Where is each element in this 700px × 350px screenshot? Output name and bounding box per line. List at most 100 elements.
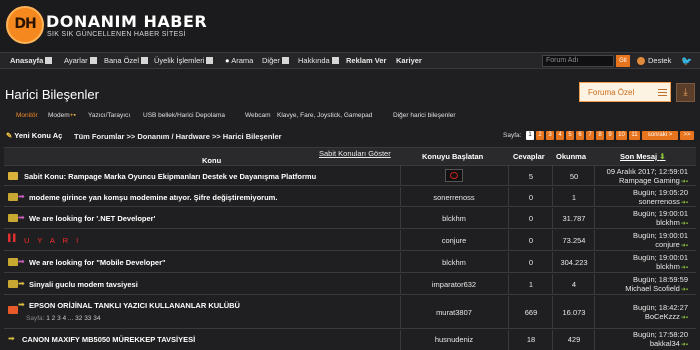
subtab-webcam[interactable]: Webcam	[245, 112, 271, 119]
topic-title[interactable]: U Y A R I	[24, 236, 81, 245]
twitter-icon[interactable]: 🐦	[681, 56, 692, 67]
col-views[interactable]: Okunma	[556, 152, 586, 161]
col-replies[interactable]: Cevaplar	[513, 152, 545, 161]
new-topic-button[interactable]: ✎ Yeni Konu Aç	[6, 131, 62, 143]
new-post-arrow-icon[interactable]: ➡	[8, 334, 15, 343]
table-row[interactable]: ➡ We are looking for '.NET Developer' bl…	[4, 208, 696, 229]
user-name[interactable]: Destek	[648, 56, 671, 65]
reply-count[interactable]: 669	[510, 308, 552, 317]
topic-starter[interactable]: blckhm	[402, 214, 506, 223]
table-row[interactable]: ➡ We are looking for "Mobile Developer" …	[4, 252, 696, 273]
table-row[interactable]: ➡ modeme girince yan komşu modemine atıy…	[4, 187, 696, 207]
table-row[interactable]: Sabit Konu: Rampage Marka Oyuncu Ekipman…	[4, 166, 696, 186]
col-last-post[interactable]: Son Mesaj ⬇	[620, 152, 665, 161]
topic-pages[interactable]: Sayfa: 1 2 3 4 ... 32 33 34	[26, 315, 100, 322]
show-pinned-link[interactable]: Sabit Konuları Göster	[319, 149, 391, 158]
new-post-arrow-icon[interactable]: ➡	[18, 257, 25, 266]
last-post-user[interactable]: sonerrenoss➜▪	[639, 197, 688, 206]
topic-starter[interactable]: conjure	[402, 236, 506, 245]
topic-title[interactable]: CANON MAXIFY MB5050 MÜREKKEP TAVSİYESİ	[22, 335, 195, 344]
nav-bana-ozel[interactable]: Bana Özel	[104, 56, 149, 65]
go-to-post-icon[interactable]: ➜▪	[681, 342, 688, 348]
go-to-post-icon[interactable]: ➜▪	[681, 315, 688, 321]
reply-count[interactable]: 0	[510, 214, 552, 223]
page-link[interactable]: 5	[566, 131, 574, 140]
reply-count[interactable]: 5	[510, 172, 552, 181]
reply-count[interactable]: 18	[510, 335, 552, 344]
page-link[interactable]: 3	[546, 131, 554, 140]
page-link[interactable]: 11	[629, 131, 640, 140]
subtab-yazici[interactable]: Yazıcı/Tarayıcı	[88, 112, 130, 119]
page-link[interactable]: 10	[616, 131, 627, 140]
starter-avatar[interactable]	[445, 169, 463, 182]
page-link[interactable]: 1	[526, 131, 534, 140]
last-page-link[interactable]: >>	[680, 131, 694, 140]
nav-hakkinda[interactable]: Hakkında	[298, 56, 339, 65]
next-page-link[interactable]: sonraki >	[642, 131, 678, 140]
go-to-post-icon[interactable]: ➜▪	[681, 221, 688, 227]
topic-title[interactable]: modeme girince yan komşu modemine atıyor…	[29, 193, 277, 202]
last-post-user[interactable]: BoCeKzzz➜▪	[645, 312, 688, 321]
page-link[interactable]: 7	[586, 131, 594, 140]
topic-title[interactable]: We are looking for "Mobile Developer"	[29, 258, 166, 267]
page-link[interactable]: 8	[596, 131, 604, 140]
col-starter[interactable]: Konuyu Başlatan	[422, 152, 483, 161]
page-link[interactable]: 2	[536, 131, 544, 140]
reply-count[interactable]: 1	[510, 280, 552, 289]
table-row[interactable]: ▌▌ U Y A R I conjure 0 73.254 Bugün; 19:…	[4, 230, 696, 251]
go-to-post-icon[interactable]: ➜▪	[681, 265, 688, 271]
subtab-diger[interactable]: Diğer harici bileşenler	[393, 112, 456, 119]
nav-uyelik[interactable]: Üyelik İşlemleri	[154, 56, 214, 65]
reply-count[interactable]: 0	[510, 236, 552, 245]
topic-title[interactable]: EPSON ORİJİNAL TANKLI YAZICI KULLANANLAR…	[29, 301, 240, 310]
go-to-post-icon[interactable]: ➜▪	[681, 179, 688, 185]
subtab-monitor[interactable]: Monitör	[16, 112, 38, 119]
last-post-user[interactable]: conjure➜▪	[655, 240, 688, 249]
subtab-modem[interactable]: Modem+▪	[48, 112, 76, 119]
topic-starter[interactable]: imparator632	[402, 280, 506, 289]
site-logo-text[interactable]: DONANIM HABER	[46, 12, 207, 31]
nav-reklam-ver[interactable]: Reklam Ver	[346, 56, 386, 65]
topic-starter[interactable]: murat3807	[402, 308, 506, 317]
table-row[interactable]: ➡ CANON MAXIFY MB5050 MÜREKKEP TAVSİYESİ…	[4, 330, 696, 350]
topic-starter[interactable]: sonerrenoss	[402, 193, 506, 202]
topic-title[interactable]: Sinyali guclu modem tavsiyesi	[29, 280, 138, 289]
forum-ozel-dropdown[interactable]: Foruma Özel	[579, 82, 671, 102]
topic-title[interactable]: We are looking for '.NET Developer'	[29, 214, 155, 223]
nav-arama[interactable]: ● Arama	[225, 56, 253, 65]
nav-anasayfa[interactable]: Anasayfa	[10, 56, 53, 65]
last-post-user[interactable]: Michael Scofield➜▪	[625, 284, 688, 293]
forum-search-input[interactable]: Forum Adı	[542, 55, 614, 67]
subtab-usb[interactable]: USB bellek/Harici Depolama	[143, 112, 225, 119]
nav-ayarlar[interactable]: Ayarlar	[64, 56, 97, 65]
new-post-arrow-icon[interactable]: ➡	[18, 279, 25, 288]
site-logo-icon[interactable]: DH	[6, 6, 44, 44]
topic-title[interactable]: Sabit Konu: Rampage Marka Oyuncu Ekipman…	[24, 172, 316, 181]
last-post-user[interactable]: blckhm➜▪	[656, 218, 688, 227]
last-post-user[interactable]: bakkal34➜▪	[650, 339, 688, 348]
go-to-post-icon[interactable]: ➜▪	[681, 200, 688, 206]
table-row[interactable]: ➡ EPSON ORİJİNAL TANKLI YAZICI KULLANANL…	[4, 296, 696, 329]
topic-starter[interactable]: husnudeniz	[402, 335, 506, 344]
new-post-arrow-icon[interactable]: ➡	[18, 192, 25, 201]
reply-count[interactable]: 0	[510, 258, 552, 267]
new-post-arrow-icon[interactable]: ➡	[18, 213, 25, 222]
page-link[interactable]: 4	[556, 131, 564, 140]
page-link[interactable]: 6	[576, 131, 584, 140]
table-row[interactable]: ➡ Sinyali guclu modem tavsiyesi imparato…	[4, 274, 696, 295]
go-to-post-icon[interactable]: ➜▪	[681, 287, 688, 293]
last-post-user[interactable]: blckhm➜▪	[656, 262, 688, 271]
go-to-post-icon[interactable]: ➜▪	[681, 243, 688, 249]
new-post-arrow-icon[interactable]: ➡	[18, 300, 25, 309]
breadcrumb[interactable]: Tüm Forumlar >> Donanım / Hardware >> Ha…	[74, 132, 282, 141]
reply-count[interactable]: 0	[510, 193, 552, 202]
page-link[interactable]: 9	[606, 131, 614, 140]
topic-starter[interactable]: blckhm	[402, 258, 506, 267]
nav-kariyer[interactable]: Kariyer	[396, 56, 422, 65]
user-avatar[interactable]	[637, 57, 645, 65]
download-icon[interactable]: ⤓	[676, 83, 695, 102]
go-button[interactable]: Git	[616, 55, 630, 67]
nav-diger[interactable]: Diğer	[262, 56, 289, 65]
last-post-user[interactable]: Rampage Gaming➜▪	[619, 176, 688, 185]
subtab-klavye[interactable]: Klavye, Fare, Joystick, Gamepad	[277, 112, 372, 119]
